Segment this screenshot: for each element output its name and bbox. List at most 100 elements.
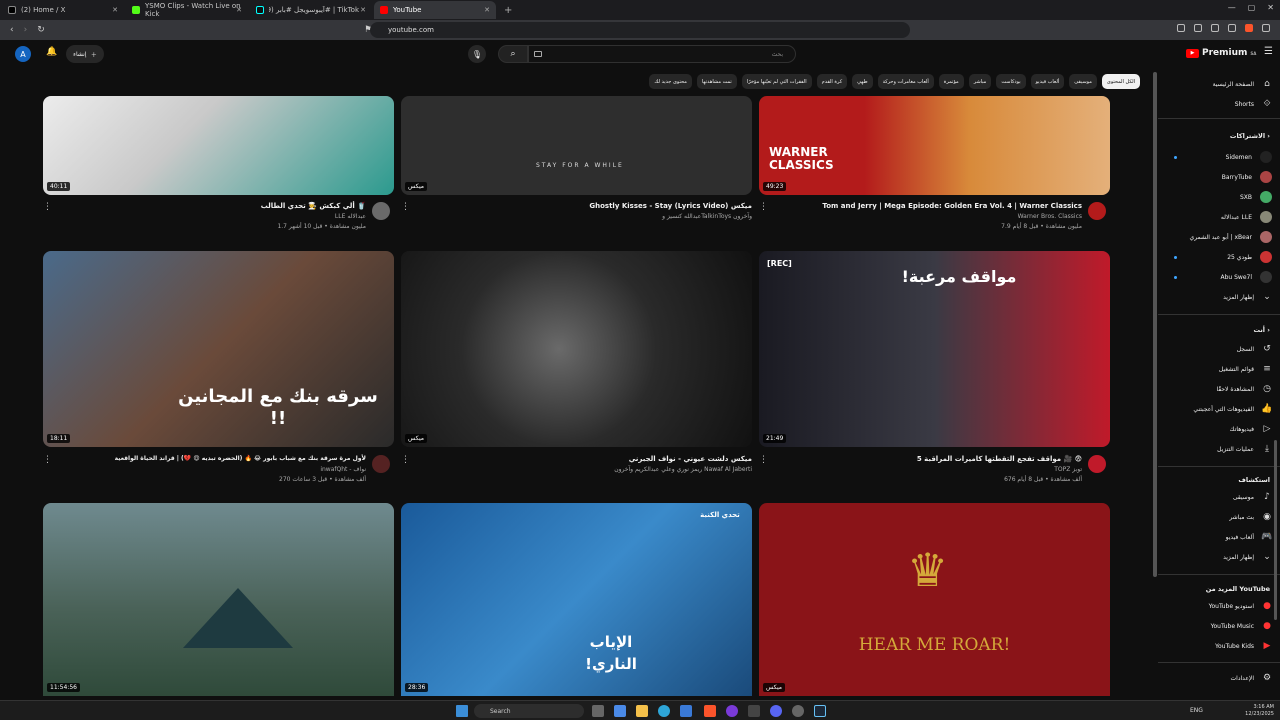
channel-name[interactable]: عبدالله كنسيز وTalkinToys وآخرون: [662, 213, 752, 220]
app-icon[interactable]: [680, 705, 692, 717]
url-field[interactable]: youtube.com: [370, 22, 910, 38]
extension-icon[interactable]: [1194, 24, 1202, 32]
sidebar-item-your-videos[interactable]: فيديوهاتك ▷: [1230, 420, 1272, 438]
more-actions-icon[interactable]: ⋮: [401, 202, 410, 212]
app-icon[interactable]: [792, 705, 804, 717]
video-thumbnail[interactable]: 11:54:56: [43, 503, 394, 696]
video-card[interactable]: [REC] مواقف مرعبة! 21:49 5 مواقف تفجع ال…: [759, 251, 1110, 491]
search-icon[interactable]: ⌕: [498, 45, 528, 63]
video-card[interactable]: WARNER CLASSICS 49:23 Tom and Jerry | Me…: [759, 96, 1110, 241]
forward-icon[interactable]: ›: [24, 25, 28, 35]
close-window-icon[interactable]: ✕: [1267, 3, 1274, 12]
video-thumbnail[interactable]: ♛ HEAR ME ROAR! ميكس: [759, 503, 1110, 696]
you-header[interactable]: أنت ›: [1253, 326, 1270, 334]
clock[interactable]: 3:16 AM 12/23/2025: [1245, 704, 1274, 718]
sidebar-item-home[interactable]: الصفحة الرئيسية ⌂: [1213, 75, 1272, 93]
video-thumbnail[interactable]: 40:11: [43, 96, 394, 195]
chip[interactable]: طهي: [852, 74, 873, 89]
sidebar-item-live[interactable]: بث مباشر ◉: [1229, 508, 1272, 526]
more-actions-icon[interactable]: ⋮: [401, 455, 410, 465]
video-thumbnail[interactable]: سرقه بنك مع المجانين !! 18:11: [43, 251, 394, 447]
windows-start-icon[interactable]: [456, 705, 468, 717]
task-view-icon[interactable]: [592, 705, 604, 717]
video-card[interactable]: STAY FOR A WHILE ميكس Ghostly Kisses - S…: [401, 96, 752, 241]
close-icon[interactable]: ✕: [484, 6, 490, 14]
video-title[interactable]: Tom and Jerry | Mega Episode: Golden Era…: [822, 202, 1082, 210]
extension-icon[interactable]: [1177, 24, 1185, 32]
show-more-subs[interactable]: إظهار المزيد ⌄: [1223, 288, 1272, 306]
channel-name[interactable]: ريمز نوري وعلي عبدالكريم وآخرون Nawaf Al…: [614, 466, 752, 473]
avatar[interactable]: A: [15, 46, 31, 62]
sidebar-item-watch-later[interactable]: المشاهدة لاحقًا ◷: [1216, 380, 1272, 398]
chip[interactable]: محتوى جديد لك: [649, 74, 692, 89]
menu-icon[interactable]: [1262, 24, 1270, 32]
reload-icon[interactable]: ↻: [37, 25, 45, 35]
channel-avatar[interactable]: [372, 455, 390, 473]
steam-icon[interactable]: [814, 705, 826, 717]
sidebar-item-playlists[interactable]: قوائم التشغيل ≡: [1219, 360, 1272, 378]
more-actions-icon[interactable]: ⋮: [759, 455, 768, 465]
subscription-item[interactable]: SXB: [1240, 188, 1272, 206]
browser-tab[interactable]: (2) Home / X ✕: [2, 1, 124, 19]
video-thumbnail[interactable]: ميكس: [401, 251, 752, 447]
back-icon[interactable]: ‹: [10, 25, 14, 35]
keyboard-icon[interactable]: [534, 51, 542, 57]
search-input[interactable]: بحث: [528, 45, 796, 63]
chip[interactable]: تمت مشاهدتها: [696, 74, 737, 89]
video-title[interactable]: Ghostly Kisses - Stay (Lyrics Video) ميك…: [589, 202, 752, 210]
subscription-item[interactable]: عبدالاله LLE: [1221, 208, 1272, 226]
sidebar-item-history[interactable]: السجل ↺: [1237, 340, 1272, 358]
chip[interactable]: كرة القدم: [816, 74, 848, 89]
maximize-icon[interactable]: ▢: [1248, 3, 1256, 12]
channel-name[interactable]: Warner Bros. Classics: [1018, 213, 1082, 220]
new-tab-button[interactable]: +: [504, 5, 512, 16]
video-thumbnail[interactable]: [REC] مواقف مرعبة! 21:49: [759, 251, 1110, 447]
sidebar-scrollbar[interactable]: [1274, 440, 1277, 620]
youtube-logo[interactable]: ▶ Premium SA: [1186, 48, 1256, 58]
chip[interactable]: مؤتمرة: [938, 74, 964, 89]
subscription-item[interactable]: BarryTube: [1222, 168, 1272, 186]
app-icon[interactable]: [726, 705, 738, 717]
sidebar-item-liked[interactable]: الفيديوهات التي أعجبتني 👍: [1193, 400, 1272, 418]
chip[interactable]: الكل المحتوى: [1101, 74, 1140, 89]
more-actions-icon[interactable]: ⋮: [759, 202, 768, 212]
minimize-icon[interactable]: —: [1228, 3, 1236, 12]
subscription-item[interactable]: Abu Swe7l: [1220, 268, 1272, 286]
video-thumbnail[interactable]: WARNER CLASSICS 49:23: [759, 96, 1110, 195]
chip[interactable]: ألعاب مغامرات وحركة: [877, 74, 934, 89]
more-actions-icon[interactable]: ⋮: [43, 455, 52, 465]
browser-tab[interactable]: YSMO Clips - Watch Live on Kick ✕: [126, 1, 248, 19]
sidebar-item-music[interactable]: موسيقى ♪: [1233, 488, 1272, 506]
subscription-item[interactable]: أبو عبد الشمري | xBear: [1190, 228, 1272, 246]
discord-icon[interactable]: [770, 705, 782, 717]
video-card[interactable]: ♛ HEAR ME ROAR! ميكس: [759, 503, 1110, 696]
video-card[interactable]: 40:11 ألي كبكش 🧑‍🍳 تحدي الطالب 🥤 LLE عبد…: [43, 96, 394, 241]
subscription-item[interactable]: طودي 25: [1227, 248, 1272, 266]
channel-avatar[interactable]: [372, 202, 390, 220]
taskbar-search[interactable]: Search: [474, 704, 584, 718]
video-card[interactable]: تحدي الكنبة الإياب الناري! 28:36: [401, 503, 752, 696]
sidebar-item-kids[interactable]: YouTube Kids ▶: [1215, 637, 1272, 655]
sidebar-item-music-app[interactable]: YouTube Music ●: [1211, 617, 1272, 635]
video-card[interactable]: ميكس ميكس دلشت عيوني - نواف الجبرني ريمز…: [401, 251, 752, 491]
create-button[interactable]: إنشاء ＋: [66, 45, 104, 63]
subscription-item[interactable]: Sidemen: [1226, 148, 1272, 166]
video-title[interactable]: لأول مرة سرقة بنك مع شباب بابور 😂 🔥 (الح…: [115, 455, 366, 462]
reader-icon[interactable]: [1228, 24, 1236, 32]
voice-search-icon[interactable]: 🎙: [468, 45, 486, 63]
menu-hamburger-icon[interactable]: ☰: [1264, 46, 1273, 57]
video-card[interactable]: 11:54:56: [43, 503, 394, 696]
video-card[interactable]: سرقه بنك مع المجانين !! 18:11 لأول مرة س…: [43, 251, 394, 491]
browser-tab-active[interactable]: YouTube ✕: [374, 1, 496, 19]
channel-avatar[interactable]: [1088, 202, 1106, 220]
chip[interactable]: موسيقى: [1069, 74, 1097, 89]
chip[interactable]: مباشر: [968, 74, 992, 89]
app-icon[interactable]: [748, 705, 760, 717]
close-icon[interactable]: ✕: [360, 6, 366, 14]
brave-shield-icon[interactable]: [1245, 24, 1253, 32]
channel-name[interactable]: TOPZ توبز: [1054, 466, 1082, 473]
sidebar-item-shorts[interactable]: Shorts ⟐: [1235, 95, 1272, 113]
more-actions-icon[interactable]: ⋮: [43, 202, 52, 212]
sidebar-icon[interactable]: [1211, 24, 1219, 32]
video-thumbnail[interactable]: STAY FOR A WHILE ميكس: [401, 96, 752, 195]
